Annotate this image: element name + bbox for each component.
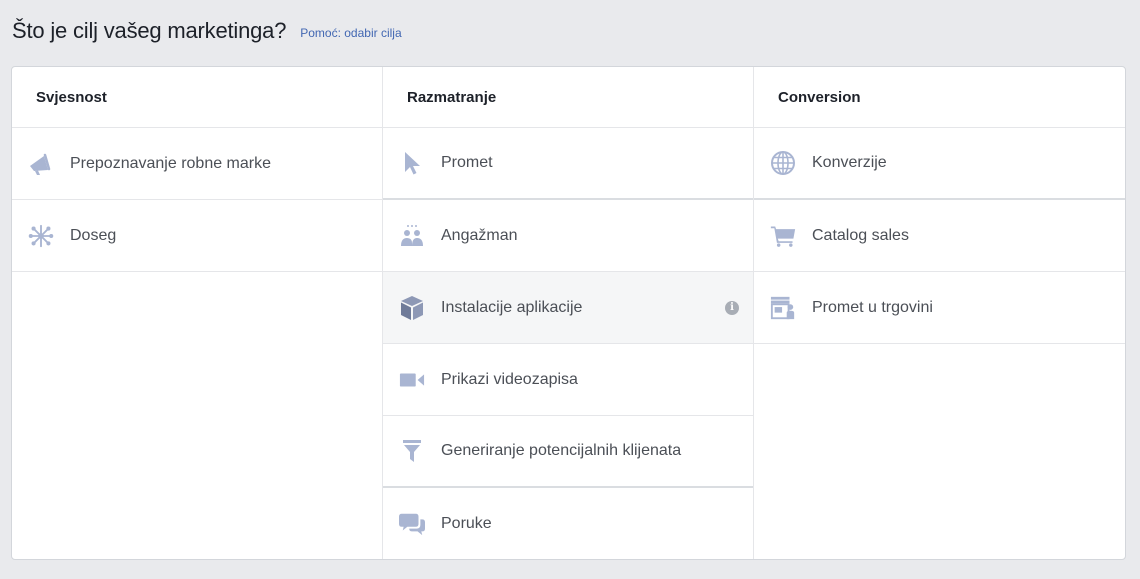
people-icon (399, 223, 425, 249)
objective-label: Prikazi videozapisa (441, 370, 578, 388)
objective-label: Konverzije (812, 154, 887, 171)
cursor-icon (399, 150, 425, 176)
reach-icon (28, 223, 54, 249)
objective-lead-generation[interactable]: Generiranje potencijalnih klijenata (383, 416, 753, 488)
objective-video-views[interactable]: Prikazi videozapisa (383, 344, 753, 416)
objective-engagement[interactable]: Angažman (383, 200, 753, 272)
funnel-icon (399, 438, 425, 464)
column-awareness: Prepoznavanje robne marke Doseg (12, 128, 383, 559)
cart-icon (770, 223, 796, 249)
objective-panel: Svjesnost Razmatranje Conversion Prepozn… (11, 66, 1126, 560)
column-consideration: Promet Angažman Instalacije aplikacije i… (383, 128, 754, 559)
page-header: Što je cilj vašeg marketinga? Pomoć: oda… (12, 14, 402, 48)
objective-label: Angažman (441, 226, 518, 244)
objective-store-traffic[interactable]: Promet u trgovini (754, 272, 1125, 344)
column-headers: Svjesnost Razmatranje Conversion (12, 67, 1125, 128)
objective-messages[interactable]: Poruke (383, 488, 753, 559)
chat-bubbles-icon (399, 511, 425, 537)
store-icon (770, 295, 796, 321)
objective-brand-awareness[interactable]: Prepoznavanje robne marke (12, 128, 382, 200)
column-conversion: Konverzije Catalog sales Promet u trgovi… (754, 128, 1125, 559)
objective-label: Poruke (441, 515, 492, 532)
objective-conversions[interactable]: Konverzije (754, 128, 1125, 200)
objective-label: Doseg (70, 226, 117, 244)
box-icon (399, 295, 425, 321)
objective-reach[interactable]: Doseg (12, 200, 382, 272)
objective-label: Catalog sales (812, 226, 909, 244)
info-icon[interactable]: i (725, 300, 739, 315)
objective-label: Prepoznavanje robne marke (70, 154, 272, 172)
objective-label: Promet (441, 154, 493, 171)
megaphone-icon (28, 151, 54, 177)
help-link[interactable]: Pomoć: odabir cilja (300, 26, 401, 40)
objective-label: Generiranje potencijalnih klijenata (441, 442, 682, 459)
video-camera-icon (399, 367, 425, 393)
objective-traffic[interactable]: Promet (383, 128, 753, 200)
objective-catalog-sales[interactable]: Catalog sales (754, 200, 1125, 272)
objective-label: Instalacije aplikacije (441, 298, 583, 316)
column-header-awareness: Svjesnost (12, 67, 383, 127)
globe-icon (770, 150, 796, 176)
column-header-consideration: Razmatranje (383, 67, 754, 127)
page-title: Što je cilj vašeg marketinga? (12, 18, 287, 43)
column-header-conversion: Conversion (778, 88, 861, 106)
objective-app-installs[interactable]: Instalacije aplikacije i (383, 272, 753, 344)
objective-label: Promet u trgovini (812, 298, 933, 316)
